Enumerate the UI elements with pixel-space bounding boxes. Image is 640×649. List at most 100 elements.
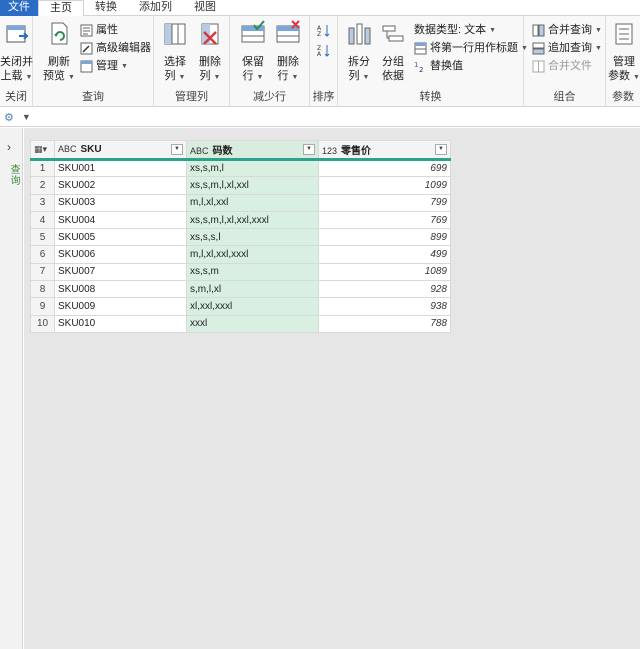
close-load-icon	[6, 25, 28, 43]
table-row: 7 SKU007 xs,s,m 1089	[30, 262, 451, 282]
group-manage-columns-label: 管理列	[175, 91, 208, 103]
number-type-icon[interactable]: 123	[322, 146, 337, 156]
remove-rows-button[interactable]: 删除 行 ▼	[271, 20, 305, 85]
filter-dropdown-icon[interactable]: ▼	[171, 144, 183, 155]
formula-expand-icon[interactable]: ▼	[22, 112, 31, 122]
manage-icon	[80, 60, 93, 73]
cell-sku[interactable]: SKU003	[54, 193, 187, 212]
grid-corner-menu[interactable]: ▦▾	[30, 140, 55, 161]
group-reduce-rows-label: 减少行	[253, 91, 286, 103]
properties-button[interactable]: 属性	[80, 22, 118, 39]
cell-sku[interactable]: SKU009	[54, 297, 187, 316]
expand-pane-chevron-icon[interactable]: ›	[7, 140, 11, 154]
cell-sku[interactable]: SKU002	[54, 176, 187, 195]
keep-rows-label-2: 行	[242, 70, 254, 82]
merge-queries-button[interactable]: 合并查询 ▼	[532, 22, 602, 39]
remove-columns-button[interactable]: 删除 列 ▼	[193, 20, 227, 85]
tab-3[interactable]: 添加列	[128, 0, 183, 16]
cell-size[interactable]: m,l,xl,xxl	[186, 193, 319, 212]
row-number[interactable]: 3	[30, 193, 55, 212]
tab-2[interactable]: 转换	[84, 0, 128, 16]
manage-parameters-icon	[615, 23, 633, 45]
cell-sku[interactable]: SKU008	[54, 280, 187, 299]
row-number[interactable]: 9	[30, 297, 55, 316]
merge-files-label: 合并文件	[548, 60, 592, 72]
cell-sku[interactable]: SKU004	[54, 210, 187, 230]
row-number[interactable]: 5	[30, 228, 55, 247]
column-header-price[interactable]: 123 零售价 ▼	[318, 140, 451, 161]
sort-descending-button[interactable]: ZA	[317, 42, 333, 59]
close-and-load-button[interactable]: 关闭并 上载 ▼	[0, 20, 33, 85]
manage-parameters-button[interactable]: 管理 参数 ▼	[608, 20, 640, 85]
sort-ascending-button[interactable]: AZ	[317, 22, 333, 39]
cell-size[interactable]: xs,s,s,l	[186, 228, 319, 247]
cell-price[interactable]: 499	[318, 245, 451, 264]
group-query-label: 查询	[82, 91, 104, 103]
filter-dropdown-icon[interactable]: ▼	[303, 144, 315, 155]
group-parameters-label: 参数	[612, 91, 634, 103]
group-by-button[interactable]: 分组 依据	[376, 20, 410, 83]
cell-size[interactable]: xl,xxl,xxxl	[186, 297, 319, 316]
cell-sku[interactable]: SKU010	[54, 314, 187, 333]
cell-size[interactable]: m,l,xl,xxl,xxxl	[186, 245, 319, 264]
cell-size[interactable]: xxxl	[186, 314, 319, 333]
column-header-size[interactable]: ABC 码数 ▼	[186, 140, 319, 161]
cell-price[interactable]: 788	[318, 314, 451, 333]
group-query: 刷新 预览 ▼ 属性 高级编辑器 管理 ▼ 查询	[33, 16, 154, 107]
text-type-icon[interactable]: ABC	[58, 144, 77, 154]
filter-dropdown-icon[interactable]: ▼	[435, 144, 447, 155]
data-type-dropdown[interactable]: 数据类型: 文本 ▼	[414, 22, 496, 39]
use-first-row-as-headers-button[interactable]: 将第一行用作标题 ▼	[414, 40, 528, 57]
row-number[interactable]: 1	[30, 158, 55, 178]
row-number[interactable]: 2	[30, 176, 55, 195]
cell-price[interactable]: 699	[318, 158, 451, 178]
refresh-preview-button[interactable]: 刷新 预览 ▼	[41, 20, 77, 85]
column-header-sku[interactable]: ABC SKU ▼	[54, 140, 187, 161]
svg-text:A: A	[317, 51, 322, 57]
manage-parameters-label-1: 管理	[613, 56, 635, 68]
tab-4[interactable]: 视图	[183, 0, 227, 16]
data-type-label: 数据类型: 文本	[414, 24, 487, 36]
fx-icon[interactable]: ⚙	[4, 111, 14, 124]
cell-price[interactable]: 769	[318, 210, 451, 230]
cell-price[interactable]: 1089	[318, 262, 451, 282]
append-queries-button[interactable]: 追加查询 ▼	[532, 40, 602, 57]
table-row: 9 SKU009 xl,xxl,xxxl 938	[30, 297, 451, 316]
tab-1[interactable]: 主页	[38, 0, 84, 17]
group-by-icon	[382, 25, 404, 42]
cell-sku[interactable]: SKU005	[54, 228, 187, 247]
advanced-editor-button[interactable]: 高级编辑器	[80, 40, 151, 57]
manage-parameters-label-2: 参数	[608, 70, 631, 82]
cell-price[interactable]: 938	[318, 297, 451, 316]
split-column-button[interactable]: 拆分 列 ▼	[342, 20, 376, 85]
row-number[interactable]: 6	[30, 245, 55, 264]
row-number[interactable]: 7	[30, 262, 55, 282]
cell-price[interactable]: 928	[318, 280, 451, 299]
cell-size[interactable]: xs,s,m,l,xl,xxl,xxxl	[186, 210, 319, 230]
row-number[interactable]: 10	[30, 314, 55, 333]
cell-size[interactable]: s,m,l,xl	[186, 280, 319, 299]
group-transform: 拆分 列 ▼ 分组 依据 数据类型: 文本 ▼ 将第一行用作标题 ▼ 12 替换值 转…	[338, 16, 528, 107]
row-number[interactable]: 8	[30, 280, 55, 299]
choose-columns-button[interactable]: 选择 列 ▼	[158, 20, 192, 85]
keep-rows-button[interactable]: 保留 行 ▼	[236, 20, 270, 85]
group-by-label-2: 依据	[382, 70, 404, 82]
cell-sku[interactable]: SKU007	[54, 262, 187, 282]
data-grid: ▦▾ ABC SKU ▼ ABC 码数 ▼ 123 零售价 ▼ 1 SKU001 xs,s…	[30, 140, 451, 333]
cell-sku[interactable]: SKU006	[54, 245, 187, 264]
manage-button[interactable]: 管理 ▼	[80, 58, 128, 75]
cell-price[interactable]: 799	[318, 193, 451, 212]
cell-size[interactable]: xs,s,m,l	[186, 158, 319, 178]
text-type-icon[interactable]: ABC	[190, 146, 209, 156]
replace-values-button[interactable]: 12 替换值	[414, 58, 463, 75]
row-number[interactable]: 4	[30, 210, 55, 230]
cell-sku[interactable]: SKU001	[54, 158, 187, 178]
group-reduce-rows: 保留 行 ▼ 删除 行 ▼ 减少行	[230, 16, 310, 107]
merge-files-button[interactable]: 合并文件	[532, 58, 592, 75]
split-column-icon	[348, 23, 371, 45]
cell-size[interactable]: xs,s,m,l,xl,xxl	[186, 176, 319, 195]
cell-size[interactable]: xs,s,m	[186, 262, 319, 282]
cell-price[interactable]: 1099	[318, 176, 451, 195]
cell-price[interactable]: 899	[318, 228, 451, 247]
tab-0[interactable]: 文件	[0, 0, 38, 16]
